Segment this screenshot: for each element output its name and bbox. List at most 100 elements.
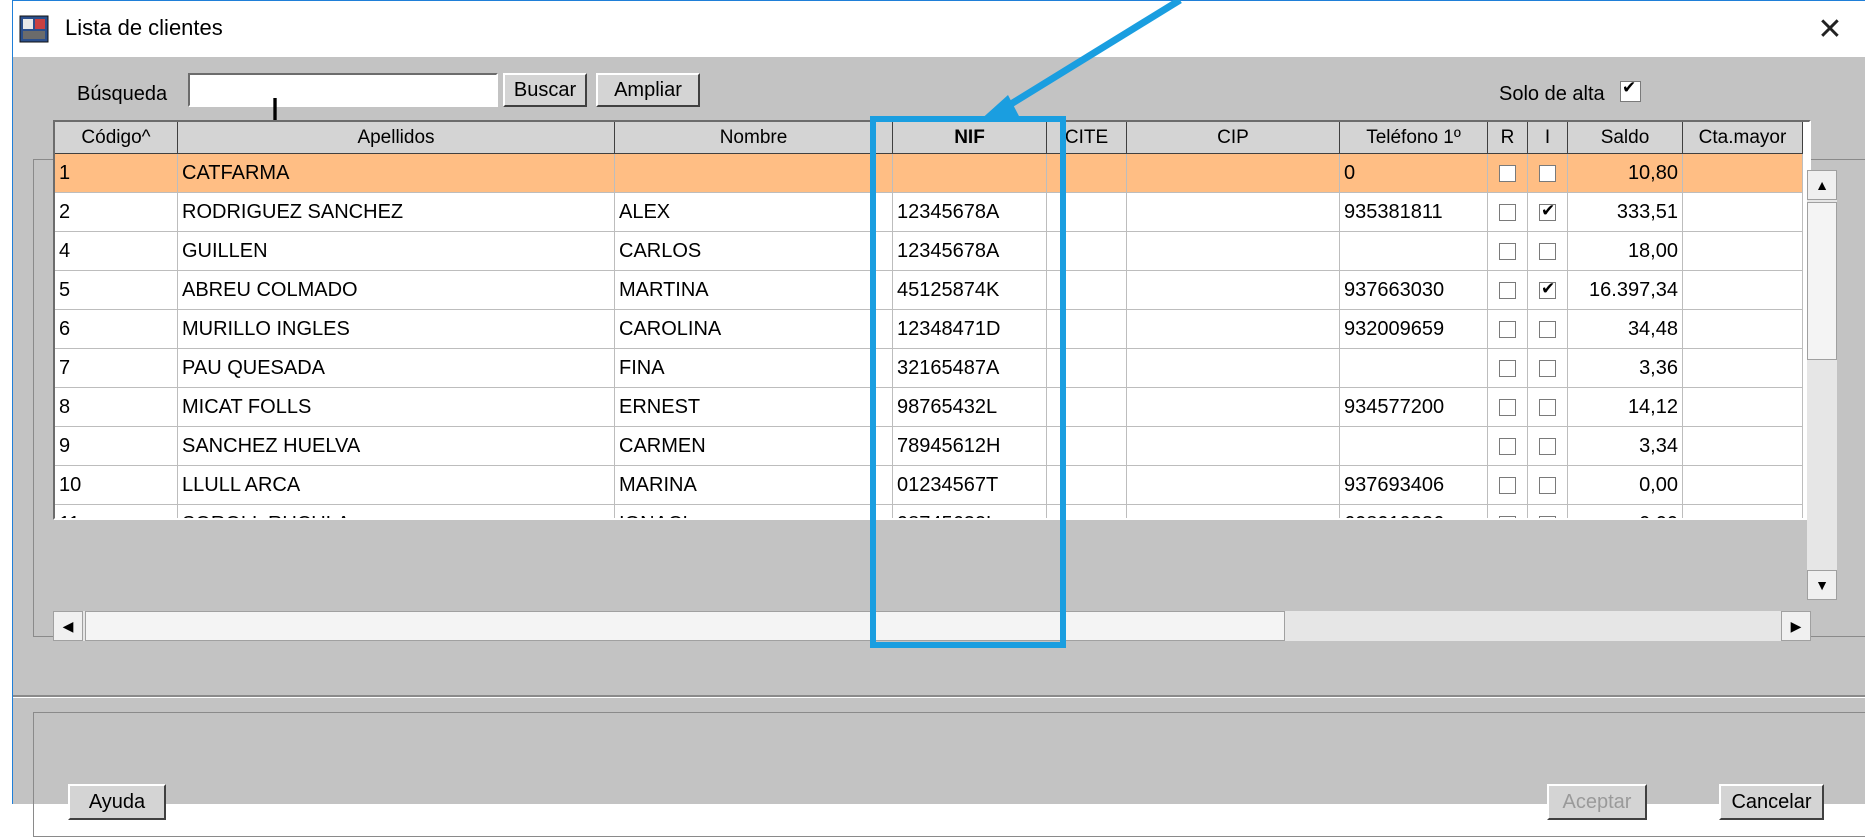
row-checkbox-r[interactable]	[1499, 438, 1516, 455]
cell-i[interactable]	[1528, 349, 1568, 388]
cell-r[interactable]	[1488, 466, 1528, 505]
row-checkbox-i[interactable]	[1539, 477, 1556, 494]
cell-cta	[1683, 232, 1803, 271]
scroll-left-icon[interactable]: ◀	[53, 611, 83, 641]
cell-codigo: 8	[55, 388, 178, 427]
cell-cta	[1683, 466, 1803, 505]
cell-cip	[1127, 427, 1340, 466]
column-header-apellidos[interactable]: Apellidos	[178, 122, 615, 154]
row-checkbox-i[interactable]	[1539, 279, 1556, 299]
row-checkbox-i[interactable]	[1539, 516, 1556, 518]
cell-r[interactable]	[1488, 232, 1528, 271]
cell-codigo: 10	[55, 466, 178, 505]
window-title: Lista de clientes	[65, 15, 223, 40]
scroll-right-icon[interactable]: ▶	[1781, 611, 1811, 641]
cell-apellidos: SOROLL RUCULA	[178, 505, 615, 518]
cell-saldo: 10,80	[1568, 154, 1683, 193]
row-checkbox-i[interactable]	[1539, 165, 1556, 182]
cell-nombre: MARINA	[615, 466, 893, 505]
row-checkbox-r[interactable]	[1499, 165, 1516, 182]
row-checkbox-i[interactable]	[1539, 321, 1556, 338]
cell-i[interactable]	[1528, 232, 1568, 271]
horizontal-scroll-thumb[interactable]	[85, 611, 1285, 641]
cell-r[interactable]	[1488, 427, 1528, 466]
row-checkbox-i[interactable]	[1539, 201, 1556, 221]
row-checkbox-r[interactable]	[1499, 282, 1516, 299]
row-checkbox-r[interactable]	[1499, 399, 1516, 416]
cell-nombre: CARLOS	[615, 232, 893, 271]
cell-cip	[1127, 271, 1340, 310]
cell-apellidos: GUILLEN	[178, 232, 615, 271]
buscar-button[interactable]: Buscar	[503, 73, 587, 107]
row-checkbox-r[interactable]	[1499, 477, 1516, 494]
cell-i[interactable]	[1528, 310, 1568, 349]
aceptar-button[interactable]: Aceptar	[1547, 784, 1647, 820]
title-bar: Lista de clientes ✕	[13, 1, 1865, 57]
cell-saldo: 333,51	[1568, 193, 1683, 232]
solo-alta-label: Solo de alta	[1499, 83, 1605, 105]
cell-telefono: 608019336	[1340, 505, 1488, 518]
cell-r[interactable]	[1488, 388, 1528, 427]
cell-saldo: 3,34	[1568, 427, 1683, 466]
cell-i[interactable]	[1528, 466, 1568, 505]
cell-apellidos: SANCHEZ HUELVA	[178, 427, 615, 466]
vertical-scrollbar[interactable]: ▲ ▼	[1807, 170, 1837, 600]
cell-apellidos: MURILLO INGLES	[178, 310, 615, 349]
row-checkbox-r[interactable]	[1499, 360, 1516, 377]
cell-saldo: 0,00	[1568, 466, 1683, 505]
search-input[interactable]	[188, 73, 498, 107]
column-header-nombre[interactable]: Nombre	[615, 122, 893, 154]
cell-saldo: 34,48	[1568, 310, 1683, 349]
cell-r[interactable]	[1488, 505, 1528, 518]
cancelar-button[interactable]: Cancelar	[1719, 784, 1824, 820]
search-label: Búsqueda	[77, 83, 168, 105]
cell-r[interactable]	[1488, 349, 1528, 388]
cell-i[interactable]	[1528, 154, 1568, 193]
row-checkbox-i[interactable]	[1539, 399, 1556, 416]
row-checkbox-r[interactable]	[1499, 321, 1516, 338]
row-checkbox-r[interactable]	[1499, 204, 1516, 221]
row-checkbox-i[interactable]	[1539, 360, 1556, 377]
cell-saldo: 0,00	[1568, 505, 1683, 518]
cell-i[interactable]	[1528, 193, 1568, 232]
column-header-saldo[interactable]: Saldo	[1568, 122, 1683, 154]
cell-nombre: IGNACI	[615, 505, 893, 518]
cell-i[interactable]	[1528, 427, 1568, 466]
column-header-i[interactable]: I	[1528, 122, 1568, 154]
cell-r[interactable]	[1488, 310, 1528, 349]
cell-codigo: 2	[55, 193, 178, 232]
cell-nombre	[615, 154, 893, 193]
column-header-codigo[interactable]: Código^	[55, 122, 178, 154]
scroll-down-icon[interactable]: ▼	[1807, 570, 1837, 600]
cell-nombre: ERNEST	[615, 388, 893, 427]
column-header-cip[interactable]: CIP	[1127, 122, 1340, 154]
cell-telefono: 932009659	[1340, 310, 1488, 349]
cell-i[interactable]	[1528, 388, 1568, 427]
close-icon[interactable]: ✕	[1795, 1, 1865, 57]
row-checkbox-r[interactable]	[1499, 516, 1516, 518]
row-checkbox-r[interactable]	[1499, 243, 1516, 260]
solo-alta-checkbox[interactable]	[1620, 78, 1641, 102]
column-header-cta[interactable]: Cta.mayor	[1683, 122, 1803, 154]
row-checkbox-i[interactable]	[1539, 243, 1556, 260]
cell-r[interactable]	[1488, 271, 1528, 310]
cell-nombre: CARMEN	[615, 427, 893, 466]
cell-codigo: 7	[55, 349, 178, 388]
ayuda-button[interactable]: Ayuda	[68, 784, 166, 820]
cell-r[interactable]	[1488, 154, 1528, 193]
cell-i[interactable]	[1528, 505, 1568, 518]
scroll-up-icon[interactable]: ▲	[1807, 170, 1837, 200]
cell-telefono: 935381811	[1340, 193, 1488, 232]
annotation-highlight-box	[870, 116, 1066, 648]
cell-cta	[1683, 349, 1803, 388]
column-header-r[interactable]: R	[1488, 122, 1528, 154]
cell-r[interactable]	[1488, 193, 1528, 232]
row-checkbox-i[interactable]	[1539, 438, 1556, 455]
separator	[13, 695, 1865, 698]
vertical-scroll-thumb[interactable]	[1807, 202, 1837, 360]
column-header-telefono[interactable]: Teléfono 1º	[1340, 122, 1488, 154]
ampliar-button[interactable]: Ampliar	[596, 73, 700, 107]
cell-i[interactable]	[1528, 271, 1568, 310]
cell-apellidos: RODRIGUEZ SANCHEZ	[178, 193, 615, 232]
cell-cip	[1127, 349, 1340, 388]
